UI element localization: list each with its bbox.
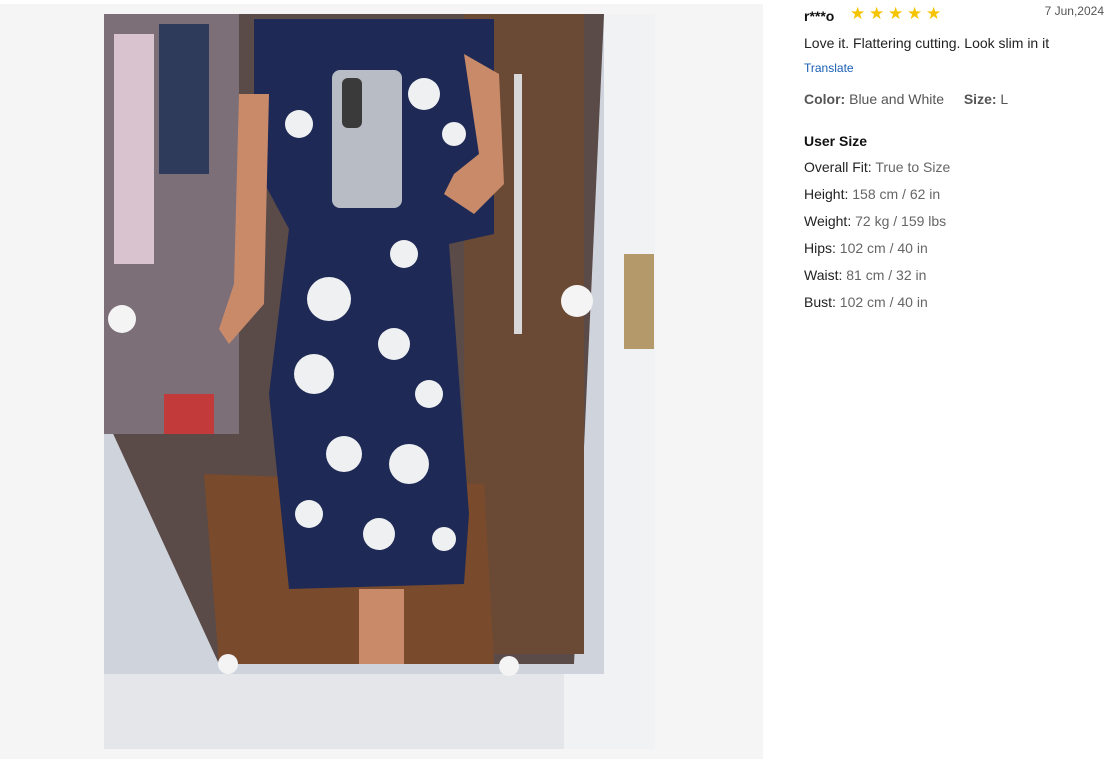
user-size-value: 102 cm / 40 in [839, 240, 928, 256]
user-size-item: Bust: 102 cm / 40 in [804, 295, 950, 322]
user-size-value: 81 cm / 32 in [846, 267, 927, 283]
mirror-selfie-image [104, 14, 655, 749]
purchase-attributes: Color: Blue and White Size: L [804, 91, 1008, 107]
user-size-item: Hips: 102 cm / 40 in [804, 241, 950, 268]
translate-link[interactable]: Translate [804, 61, 854, 75]
color-value: Blue and White [849, 91, 945, 107]
user-size-value: 72 kg / 159 lbs [855, 213, 947, 229]
review-comment: Love it. Flattering cutting. Look slim i… [804, 35, 1050, 51]
user-size-item: Weight: 72 kg / 159 lbs [804, 214, 950, 241]
user-size-list: Overall Fit: True to Size Height: 158 cm… [804, 160, 950, 322]
user-size-item: Waist: 81 cm / 32 in [804, 268, 950, 295]
user-size-label: Weight: [804, 213, 852, 229]
user-size-value: True to Size [875, 159, 951, 175]
review-date: 7 Jun,2024 [1044, 4, 1104, 18]
user-size-label: Waist: [804, 267, 843, 283]
user-size-label: Bust: [804, 294, 836, 310]
star-icon: ★ [907, 4, 923, 23]
user-size-label: Overall Fit: [804, 159, 872, 175]
review-header: r***o ★ ★ ★ ★ ★ 7 Jun,2024 [804, 4, 1104, 24]
reviewer-name: r***o [804, 8, 835, 24]
user-size-title: User Size [804, 133, 868, 149]
review-photo[interactable] [104, 14, 655, 749]
star-icon: ★ [926, 4, 942, 23]
size-label: Size: [963, 91, 997, 107]
user-size-value: 158 cm / 62 in [852, 186, 941, 202]
user-size-item: Height: 158 cm / 62 in [804, 187, 950, 214]
user-size-item: Overall Fit: True to Size [804, 160, 950, 187]
rating-stars: ★ ★ ★ ★ ★ [850, 5, 945, 22]
star-icon: ★ [869, 4, 885, 23]
size-value: L [1000, 91, 1009, 107]
star-icon: ★ [850, 4, 866, 23]
user-size-label: Hips: [804, 240, 836, 256]
star-icon: ★ [888, 4, 904, 23]
user-size-label: Height: [804, 186, 849, 202]
review-image-pane [0, 4, 763, 759]
color-label: Color: [804, 91, 846, 107]
user-size-value: 102 cm / 40 in [839, 294, 928, 310]
